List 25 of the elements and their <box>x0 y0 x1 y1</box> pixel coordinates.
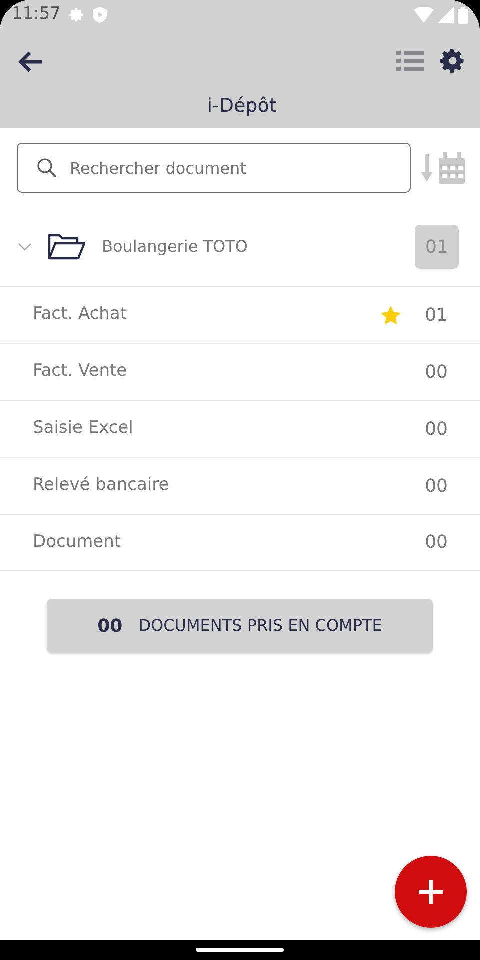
signal-icon <box>438 7 454 23</box>
settings-button[interactable] <box>440 48 466 74</box>
documents-counted-button[interactable]: 00 DOCUMENTS PRIS EN COMPTE <box>47 599 433 653</box>
list-view-button[interactable] <box>396 48 424 74</box>
category-row[interactable]: Fact. Achat 01 <box>0 286 480 343</box>
search-field[interactable]: Rechercher document <box>17 143 411 193</box>
gear-icon <box>69 7 85 23</box>
folder-name: Boulangerie TOTO <box>102 236 248 258</box>
battery-icon <box>458 6 468 24</box>
search-icon <box>37 158 57 178</box>
screen-title: i-Dépôt <box>206 94 278 119</box>
category-row[interactable]: Fact. Vente 00 <box>0 343 480 400</box>
category-row[interactable]: Document 00 <box>0 514 480 571</box>
folder-icon <box>48 234 86 260</box>
back-button[interactable] <box>18 49 44 73</box>
shield-icon <box>93 7 107 23</box>
folder-count[interactable]: 01 <box>415 225 459 269</box>
category-row[interactable]: Relevé bancaire 00 <box>0 457 480 514</box>
sort-by-date-button[interactable] <box>421 152 465 184</box>
chevron-icon[interactable] <box>18 243 32 251</box>
plus-icon <box>417 878 445 906</box>
wifi-icon <box>414 7 434 23</box>
add-button[interactable] <box>395 856 467 928</box>
category-row[interactable]: Saisie Excel 00 <box>0 400 480 457</box>
status-time: 11:57 <box>12 3 61 26</box>
